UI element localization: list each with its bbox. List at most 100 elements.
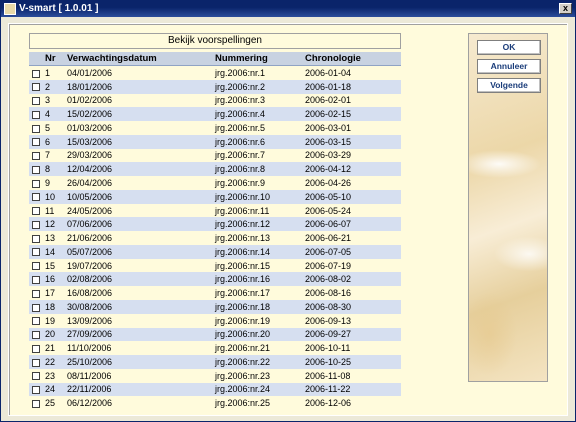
row-checkbox[interactable] — [29, 134, 43, 149]
next-button[interactable]: Volgende — [477, 78, 541, 93]
cell-nr: 10 — [43, 189, 65, 204]
cell-verwachtingsdatum: 01/02/2006 — [65, 93, 213, 108]
cancel-button[interactable]: Annuleer — [477, 59, 541, 74]
row-checkbox[interactable] — [29, 203, 43, 218]
row-checkbox[interactable] — [29, 217, 43, 232]
checkbox[interactable] — [32, 358, 40, 367]
row-checkbox[interactable] — [29, 258, 43, 273]
checkbox[interactable] — [32, 69, 40, 78]
table-row[interactable]: 22 25/10/2006 jrg.2006:nr.22 2006-10-25 — [29, 355, 401, 369]
checkbox[interactable] — [32, 386, 40, 395]
cell-nummering: jrg.2006:nr.10 — [213, 189, 303, 204]
close-button[interactable]: x — [559, 3, 572, 14]
cell-nr: 20 — [43, 327, 65, 342]
checkbox[interactable] — [32, 275, 40, 284]
row-checkbox[interactable] — [29, 121, 43, 135]
table-row[interactable]: 6 15/03/2006 jrg.2006:nr.6 2006-03-15 — [29, 134, 401, 149]
row-checkbox[interactable] — [29, 176, 43, 190]
checkbox[interactable] — [32, 138, 40, 147]
cell-verwachtingsdatum: 11/10/2006 — [65, 341, 213, 356]
row-checkbox[interactable] — [29, 300, 43, 314]
checkbox[interactable] — [32, 248, 40, 257]
row-checkbox[interactable] — [29, 148, 43, 163]
row-checkbox[interactable] — [29, 286, 43, 301]
table-row[interactable]: 16 02/08/2006 jrg.2006:nr.16 2006-08-02 — [29, 272, 401, 287]
table-row[interactable]: 21 11/10/2006 jrg.2006:nr.21 2006-10-11 — [29, 341, 401, 356]
table-row[interactable]: 7 29/03/2006 jrg.2006:nr.7 2006-03-29 — [29, 148, 401, 163]
ok-button[interactable]: OK — [477, 40, 541, 55]
table-row[interactable]: 18 30/08/2006 jrg.2006:nr.18 2006-08-30 — [29, 300, 401, 314]
table-row[interactable]: 15 19/07/2006 jrg.2006:nr.15 2006-07-19 — [29, 258, 401, 273]
checkbox[interactable] — [32, 399, 40, 408]
row-checkbox[interactable] — [29, 189, 43, 204]
table-row[interactable]: 5 01/03/2006 jrg.2006:nr.5 2006-03-01 — [29, 121, 401, 135]
table-row[interactable]: 25 06/12/2006 jrg.2006:nr.25 2006-12-06 — [29, 396, 401, 411]
column-header-verwachtingsdatum[interactable]: Verwachtingsdatum — [65, 52, 213, 66]
row-checkbox[interactable] — [29, 355, 43, 369]
cell-verwachtingsdatum: 26/04/2006 — [65, 176, 213, 190]
row-checkbox[interactable] — [29, 272, 43, 287]
row-checkbox[interactable] — [29, 313, 43, 328]
checkbox[interactable] — [32, 152, 40, 161]
row-checkbox[interactable] — [29, 162, 43, 177]
checkbox[interactable] — [32, 331, 40, 340]
table-row[interactable]: 20 27/09/2006 jrg.2006:nr.20 2006-09-27 — [29, 327, 401, 342]
table-row[interactable]: 11 24/05/2006 jrg.2006:nr.11 2006-05-24 — [29, 203, 401, 218]
cell-chronologie: 2006-05-10 — [303, 189, 401, 204]
table-row[interactable]: 9 26/04/2006 jrg.2006:nr.9 2006-04-26 — [29, 176, 401, 190]
checkbox[interactable] — [32, 124, 40, 133]
row-checkbox[interactable] — [29, 327, 43, 342]
row-checkbox[interactable] — [29, 244, 43, 259]
cell-nr: 25 — [43, 396, 65, 411]
checkbox[interactable] — [32, 303, 40, 312]
checkbox[interactable] — [32, 344, 40, 353]
checkbox[interactable] — [32, 193, 40, 202]
row-checkbox[interactable] — [29, 93, 43, 108]
checkbox[interactable] — [32, 289, 40, 298]
table-row[interactable]: 2 18/01/2006 jrg.2006:nr.2 2006-01-18 — [29, 79, 401, 94]
button-panel: OK Annuleer Volgende — [468, 33, 548, 382]
row-checkbox[interactable] — [29, 107, 43, 122]
table-row[interactable]: 13 21/06/2006 jrg.2006:nr.13 2006-06-21 — [29, 231, 401, 245]
row-checkbox[interactable] — [29, 382, 43, 397]
table-row[interactable]: 4 15/02/2006 jrg.2006:nr.4 2006-02-15 — [29, 107, 401, 122]
row-checkbox[interactable] — [29, 231, 43, 245]
table-row[interactable]: 12 07/06/2006 jrg.2006:nr.12 2006-06-07 — [29, 217, 401, 232]
table-row[interactable]: 10 10/05/2006 jrg.2006:nr.10 2006-05-10 — [29, 189, 401, 204]
cell-nummering: jrg.2006:nr.17 — [213, 286, 303, 301]
cell-chronologie: 2006-04-26 — [303, 176, 401, 190]
row-checkbox[interactable] — [29, 79, 43, 94]
table-row[interactable]: 23 08/11/2006 jrg.2006:nr.23 2006-11-08 — [29, 368, 401, 383]
checkbox[interactable] — [32, 83, 40, 92]
row-checkbox[interactable] — [29, 65, 43, 80]
checkbox[interactable] — [32, 220, 40, 229]
checkbox[interactable] — [32, 317, 40, 326]
table-row[interactable]: 14 05/07/2006 jrg.2006:nr.14 2006-07-05 — [29, 244, 401, 259]
checkbox[interactable] — [32, 110, 40, 119]
cell-nr: 12 — [43, 217, 65, 232]
table-row[interactable]: 8 12/04/2006 jrg.2006:nr.8 2006-04-12 — [29, 162, 401, 177]
checkbox[interactable] — [32, 207, 40, 216]
column-header-chronologie[interactable]: Chronologie — [303, 52, 401, 66]
checkbox[interactable] — [32, 165, 40, 174]
checkbox[interactable] — [32, 234, 40, 243]
column-header-nummering[interactable]: Nummering — [213, 52, 303, 66]
checkbox[interactable] — [32, 262, 40, 271]
checkbox[interactable] — [32, 372, 40, 381]
checkbox[interactable] — [32, 97, 40, 106]
row-checkbox[interactable] — [29, 368, 43, 383]
title-bar[interactable]: V-smart [ 1.0.01 ] x — [1, 1, 575, 17]
column-header-nr[interactable]: Nr — [43, 52, 65, 66]
table-row[interactable]: 19 13/09/2006 jrg.2006:nr.19 2006-09-13 — [29, 313, 401, 328]
table-row[interactable]: 24 22/11/2006 jrg.2006:nr.24 2006-11-22 — [29, 382, 401, 397]
table-row[interactable]: 3 01/02/2006 jrg.2006:nr.3 2006-02-01 — [29, 93, 401, 108]
row-checkbox[interactable] — [29, 396, 43, 411]
table-body: 1 04/01/2006 jrg.2006:nr.1 2006-01-04 2 18/01… — [29, 65, 401, 411]
table-row[interactable]: 1 04/01/2006 jrg.2006:nr.1 2006-01-04 — [29, 65, 401, 80]
cell-verwachtingsdatum: 21/06/2006 — [65, 231, 213, 245]
table-row[interactable]: 17 16/08/2006 jrg.2006:nr.17 2006-08-16 — [29, 286, 401, 301]
checkbox[interactable] — [32, 179, 40, 188]
cell-chronologie: 2006-10-25 — [303, 355, 401, 369]
cell-nr: 17 — [43, 286, 65, 301]
row-checkbox[interactable] — [29, 341, 43, 356]
